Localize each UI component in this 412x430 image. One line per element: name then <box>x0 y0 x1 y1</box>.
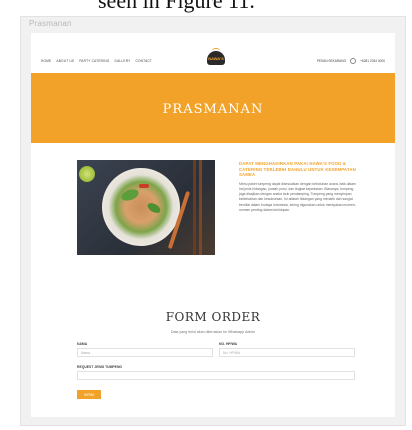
nav-contact: PESAN SEKARANG +6281 2034 0000 <box>317 58 385 64</box>
logo-text: NAWA'S <box>208 55 224 61</box>
banner-title: PRASMANAN <box>162 102 264 117</box>
form-subtitle: Data yang terisi akan diteruskan ke What… <box>170 330 256 334</box>
document-caption: seen in Figure 11. <box>98 0 255 13</box>
phone-input[interactable]: No. HP/WA <box>219 348 355 357</box>
nav-link-gallery[interactable]: GALLERY <box>114 59 130 63</box>
form-title: FORM ORDER <box>165 310 261 324</box>
nav-link-about[interactable]: ABOUT US <box>56 59 74 63</box>
request-input[interactable] <box>77 371 355 380</box>
request-label: REQUEST JENIS TUMPENG <box>77 365 123 369</box>
hero-banner: PRASMANAN <box>31 73 395 143</box>
description-body: Menu paket tumpeng dapat disesuaikan den… <box>239 181 356 212</box>
chili <box>139 184 149 188</box>
phone-icon <box>350 58 357 64</box>
phone-number[interactable]: +6281 2034 0000 <box>360 59 385 63</box>
window-title: Prasmanan <box>29 19 72 28</box>
lime-slice <box>79 166 95 182</box>
submit-button[interactable]: KIRIM <box>77 390 101 399</box>
nav-link-home[interactable]: HOME <box>41 59 51 63</box>
top-navigation: HOME ABOUT US PARTY CATERING GALLERY CON… <box>31 33 395 73</box>
browser-window: Prasmanan HOME ABOUT US PARTY CATERING G… <box>20 16 406 426</box>
phone-label: NO. HP/WA <box>219 342 238 346</box>
brand-logo[interactable]: NAWA'S <box>207 48 225 65</box>
web-page: HOME ABOUT US PARTY CATERING GALLERY CON… <box>31 33 395 417</box>
name-label: NAMA <box>77 342 88 346</box>
nav-link-party-catering[interactable]: PARTY CATERING <box>79 59 109 63</box>
nav-link-contact[interactable]: CONTACT <box>135 59 152 63</box>
bowl <box>102 168 180 246</box>
food-bowl-image <box>77 160 215 255</box>
description-block: DAPAT MENGHADIRKAN PAKAI NAWA'S FOOD & C… <box>239 161 359 213</box>
nav-links: HOME ABOUT US PARTY CATERING GALLERY CON… <box>41 59 152 63</box>
order-now-link[interactable]: PESAN SEKARANG <box>317 59 346 63</box>
name-input[interactable]: Nama <box>77 348 213 357</box>
chopstick <box>199 160 202 255</box>
chopstick <box>193 160 196 255</box>
description-heading: DAPAT MENGHADIRKAN PAKAI NAWA'S FOOD & C… <box>239 161 356 178</box>
